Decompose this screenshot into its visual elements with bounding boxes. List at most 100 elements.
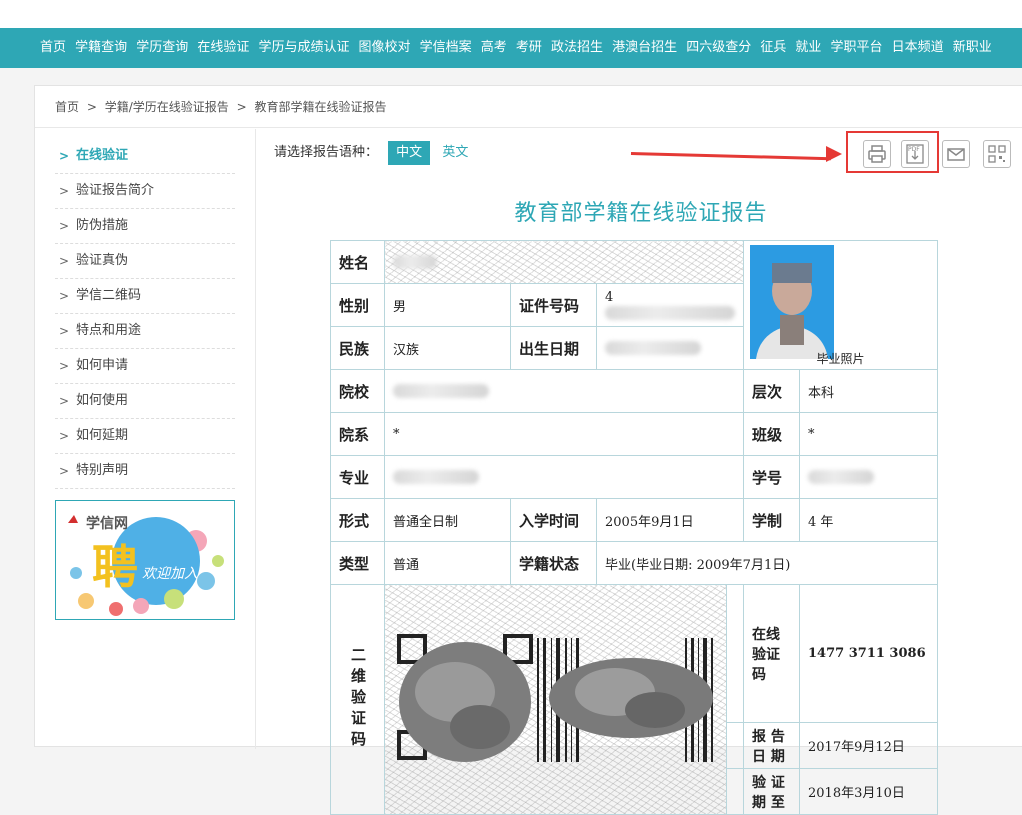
nav-cert[interactable]: 学历与成绩认证 bbox=[256, 28, 351, 68]
label-id: 证件号码 bbox=[510, 283, 597, 327]
label-level: 层次 bbox=[743, 369, 801, 413]
qrcode-icon bbox=[988, 145, 1006, 163]
label-dept: 院系 bbox=[330, 412, 385, 456]
chevron-right-icon: > bbox=[59, 324, 70, 338]
recruitment-banner-art bbox=[68, 515, 224, 616]
nav-archive[interactable]: 学信档案 bbox=[418, 28, 474, 68]
student-photo-image bbox=[750, 245, 835, 359]
breadcrumb-home[interactable]: 首页 bbox=[55, 100, 79, 114]
sidebar-item-authenticity[interactable]: > 验证真伪 bbox=[55, 244, 235, 279]
report-main: 请选择报告语种： 中文 英文 PDF 教育部学籍在线验证报告 姓名 毕业照片 性… bbox=[256, 129, 1022, 815]
photo-caption: 毕业照片 bbox=[816, 352, 865, 366]
report-title: 教育部学籍在线验证报告 bbox=[514, 201, 768, 226]
chevron-right-icon: > bbox=[59, 254, 70, 268]
value-expire: 2018年3月10日 bbox=[799, 768, 939, 815]
label-gender: 性别 bbox=[330, 283, 385, 327]
nav-gaokao[interactable]: 高考 bbox=[479, 28, 509, 68]
nav-image[interactable]: 图像校对 bbox=[357, 28, 413, 68]
redacted-sid bbox=[808, 470, 875, 484]
chevron-right-icon: > bbox=[59, 184, 70, 198]
value-status: 毕业(毕业日期: 2009年7月1日) bbox=[595, 541, 939, 585]
sidebar-item-label: 验证真伪 bbox=[76, 253, 129, 268]
top-strip bbox=[0, 0, 1022, 29]
label-name: 姓名 bbox=[330, 240, 385, 284]
breadcrumb-sep: > bbox=[236, 100, 247, 114]
chevron-right-icon: > bbox=[59, 464, 70, 478]
redacted-id bbox=[605, 305, 735, 320]
nav-xueji[interactable]: 学籍查询 bbox=[73, 28, 129, 68]
value-level: 本科 bbox=[799, 369, 939, 413]
qr-spacer bbox=[726, 722, 744, 769]
email-button[interactable] bbox=[942, 140, 970, 168]
nav-cet[interactable]: 四六级查分 bbox=[684, 28, 753, 68]
photo-cell: 毕业照片 bbox=[743, 240, 939, 370]
sidebar-item-extend[interactable]: > 如何延期 bbox=[55, 419, 235, 454]
recruitment-banner[interactable]: 学信网 聘 欢迎加入 bbox=[55, 500, 235, 620]
value-code: 1477 3711 3086 bbox=[799, 584, 939, 723]
value-id-prefix: 4 bbox=[605, 290, 614, 305]
nav-kaoyan[interactable]: 考研 bbox=[514, 28, 544, 68]
sidebar-item-label: 如何使用 bbox=[76, 393, 129, 408]
nav-japan[interactable]: 日本频道 bbox=[890, 28, 946, 68]
qr-code-graphics bbox=[397, 633, 713, 762]
breadcrumb: 首页 > 学籍/学历在线验证报告 > 教育部学籍在线验证报告 bbox=[35, 86, 1022, 128]
chevron-right-icon: > bbox=[59, 149, 70, 163]
sidebar-item-statement[interactable]: > 特别声明 bbox=[55, 454, 235, 489]
value-school bbox=[383, 369, 745, 413]
sidebar-item-label: 如何延期 bbox=[76, 428, 129, 443]
sidebar-item-features[interactable]: > 特点和用途 bbox=[55, 314, 235, 349]
nav-jiuye[interactable]: 就业 bbox=[793, 28, 823, 68]
nav-gat[interactable]: 港澳台招生 bbox=[610, 28, 679, 68]
label-class: 班级 bbox=[743, 412, 801, 456]
chevron-right-icon: > bbox=[59, 359, 70, 373]
qrcode-button[interactable] bbox=[983, 140, 1011, 168]
nav-zhengfa[interactable]: 政法招生 bbox=[549, 28, 605, 68]
label-date: 报 告 日 期 bbox=[743, 722, 801, 769]
nav-xuezhi[interactable]: 学职平台 bbox=[829, 28, 885, 68]
value-sid bbox=[799, 455, 939, 499]
value-type: 普通 bbox=[384, 541, 511, 585]
redacted-school bbox=[393, 384, 489, 398]
language-en-button[interactable]: 英文 bbox=[434, 141, 476, 165]
sidebar-item-intro[interactable]: > 验证报告简介 bbox=[55, 174, 235, 209]
nav-verify[interactable]: 在线验证 bbox=[195, 28, 251, 68]
pdf-icon-label: PDF bbox=[908, 146, 920, 153]
label-form: 形式 bbox=[330, 498, 385, 542]
print-button[interactable] bbox=[863, 140, 891, 168]
chevron-right-icon: > bbox=[59, 394, 70, 408]
sidebar-item-online-verify[interactable]: > 在线验证 bbox=[55, 139, 235, 174]
nav-xueli[interactable]: 学历查询 bbox=[134, 28, 190, 68]
label-enroll: 入学时间 bbox=[510, 498, 597, 542]
label-duration: 学制 bbox=[743, 498, 801, 542]
report-table: 姓名 毕业照片 性别 男 证件号码 4 民族 汉族 出生日期 院校 层次 本科 … bbox=[330, 240, 939, 815]
sidebar-item-label: 防伪措施 bbox=[76, 218, 129, 233]
value-enroll: 2005年9月1日 bbox=[595, 498, 745, 542]
value-dob bbox=[595, 326, 745, 370]
value-dept: * bbox=[383, 412, 745, 456]
sidebar-item-apply[interactable]: > 如何申请 bbox=[55, 349, 235, 384]
sidebar-item-label: 如何申请 bbox=[76, 358, 129, 373]
nav-home[interactable]: 首页 bbox=[38, 28, 68, 68]
print-icon bbox=[868, 145, 886, 163]
breadcrumb-sep: > bbox=[86, 100, 97, 114]
value-name bbox=[383, 240, 745, 284]
label-code: 在线验证码 bbox=[743, 584, 801, 723]
pdf-download-button[interactable]: PDF bbox=[901, 140, 929, 168]
redacted-dob bbox=[605, 341, 701, 355]
sidebar-item-anticounterfeit[interactable]: > 防伪措施 bbox=[55, 209, 235, 244]
sidebar-item-use[interactable]: > 如何使用 bbox=[55, 384, 235, 419]
sidebar-item-label: 在线验证 bbox=[76, 148, 129, 163]
nav-newjob[interactable]: 新职业 bbox=[951, 28, 994, 68]
language-selector: 请选择报告语种： 中文 英文 bbox=[274, 141, 476, 165]
label-major: 专业 bbox=[330, 455, 385, 499]
banner-slogan: 欢迎加入 bbox=[142, 566, 198, 582]
breadcrumb-verify-report[interactable]: 学籍/学历在线验证报告 bbox=[105, 100, 229, 114]
banner-big-char: 聘 bbox=[92, 540, 138, 594]
nav-zhengbing[interactable]: 征兵 bbox=[758, 28, 788, 68]
sidebar-item-qrcode[interactable]: > 学信二维码 bbox=[55, 279, 235, 314]
value-ethnic: 汉族 bbox=[384, 326, 511, 370]
pdf-download-icon bbox=[906, 144, 924, 164]
sidebar-item-label: 验证报告简介 bbox=[76, 183, 155, 198]
language-zh-button[interactable]: 中文 bbox=[388, 141, 431, 165]
qr-spacer bbox=[726, 768, 744, 815]
